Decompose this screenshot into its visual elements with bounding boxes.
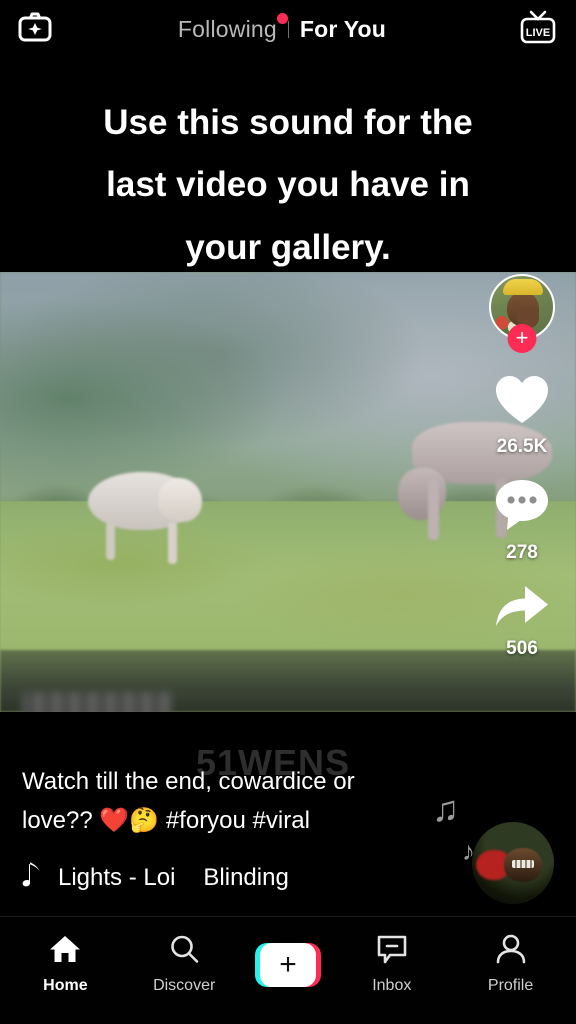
music-album-disc[interactable] <box>472 822 554 904</box>
overlay-text-line: last video you have in <box>106 165 470 205</box>
nav-label-discover: Discover <box>153 977 216 994</box>
music-note-floating-icon: ♫ <box>432 788 459 829</box>
music-row[interactable]: Lights - Loi Blinding <box>22 861 428 894</box>
comment-icon <box>494 478 550 537</box>
following-notification-dot <box>276 12 288 24</box>
video-sheep-leg <box>106 522 115 560</box>
tab-following-label: Following <box>177 15 277 42</box>
video-sheep-head <box>158 478 202 522</box>
music-note-icon <box>22 861 42 894</box>
action-rail: + 26.5K 278 506 <box>484 274 560 680</box>
heart-icon <box>494 374 550 431</box>
home-icon <box>49 934 81 969</box>
overlay-text-line: Use this sound for the <box>103 103 473 142</box>
comment-count: 278 <box>506 542 538 563</box>
tab-for-you[interactable]: For You <box>300 16 386 43</box>
nav-label-profile: Profile <box>487 977 534 994</box>
feed-tabs: Following For You <box>177 12 386 43</box>
tab-for-you-label: For You <box>299 15 387 42</box>
overlay-text-line: your gallery. <box>185 227 391 267</box>
share-button[interactable]: 506 <box>494 584 550 660</box>
camera-effects-icon[interactable] <box>18 12 52 47</box>
nav-item-discover[interactable]: Discover <box>136 934 232 995</box>
top-navigation-bar: Following For You LIVE <box>0 0 576 58</box>
nav-item-inbox[interactable]: Inbox <box>344 934 440 995</box>
comment-button[interactable]: 278 <box>494 478 550 564</box>
nav-label-home: Home <box>43 977 88 994</box>
music-extra: Blinding <box>203 863 289 891</box>
blurred-watermark <box>22 692 172 712</box>
search-icon <box>168 934 200 969</box>
bottom-navigation-bar: Home Discover + Inbox Profile <box>0 916 576 1024</box>
inbox-icon <box>376 934 408 969</box>
share-arrow-icon <box>494 584 550 633</box>
avatar-hat <box>503 279 543 295</box>
video-caption[interactable]: Watch till the end, cowardice or love?? … <box>22 763 428 841</box>
live-tv-icon[interactable]: LIVE <box>518 9 558 50</box>
music-disc-area[interactable]: ♫ ♪ <box>426 784 558 904</box>
tab-divider <box>287 20 289 38</box>
tab-following[interactable]: Following <box>177 12 288 43</box>
follow-button[interactable]: + <box>507 324 537 353</box>
like-button[interactable]: 26.5K <box>494 374 550 458</box>
person-icon <box>495 934 527 969</box>
plus-icon: + <box>279 947 297 981</box>
video-overlay-text: Use this sound for the last video you ha… <box>0 92 576 279</box>
nav-label-inbox: Inbox <box>372 977 412 994</box>
video-sheep-leg <box>168 522 177 564</box>
like-count: 26.5K <box>496 436 548 457</box>
music-titles: Lights - Loi Blinding <box>58 864 289 892</box>
creator-avatar-wrapper[interactable]: + <box>489 274 555 353</box>
nav-item-profile[interactable]: Profile <box>463 934 559 995</box>
create-video-button[interactable]: + <box>254 942 321 987</box>
music-title: Lights - Loi <box>58 863 176 891</box>
video-cow-leg <box>428 478 439 540</box>
video-info: Watch till the end, cowardice or love?? … <box>22 763 428 894</box>
album-art-detail <box>512 860 534 868</box>
svg-text:LIVE: LIVE <box>526 27 550 39</box>
share-count: 506 <box>506 638 538 659</box>
nav-item-home[interactable]: Home <box>17 934 113 995</box>
